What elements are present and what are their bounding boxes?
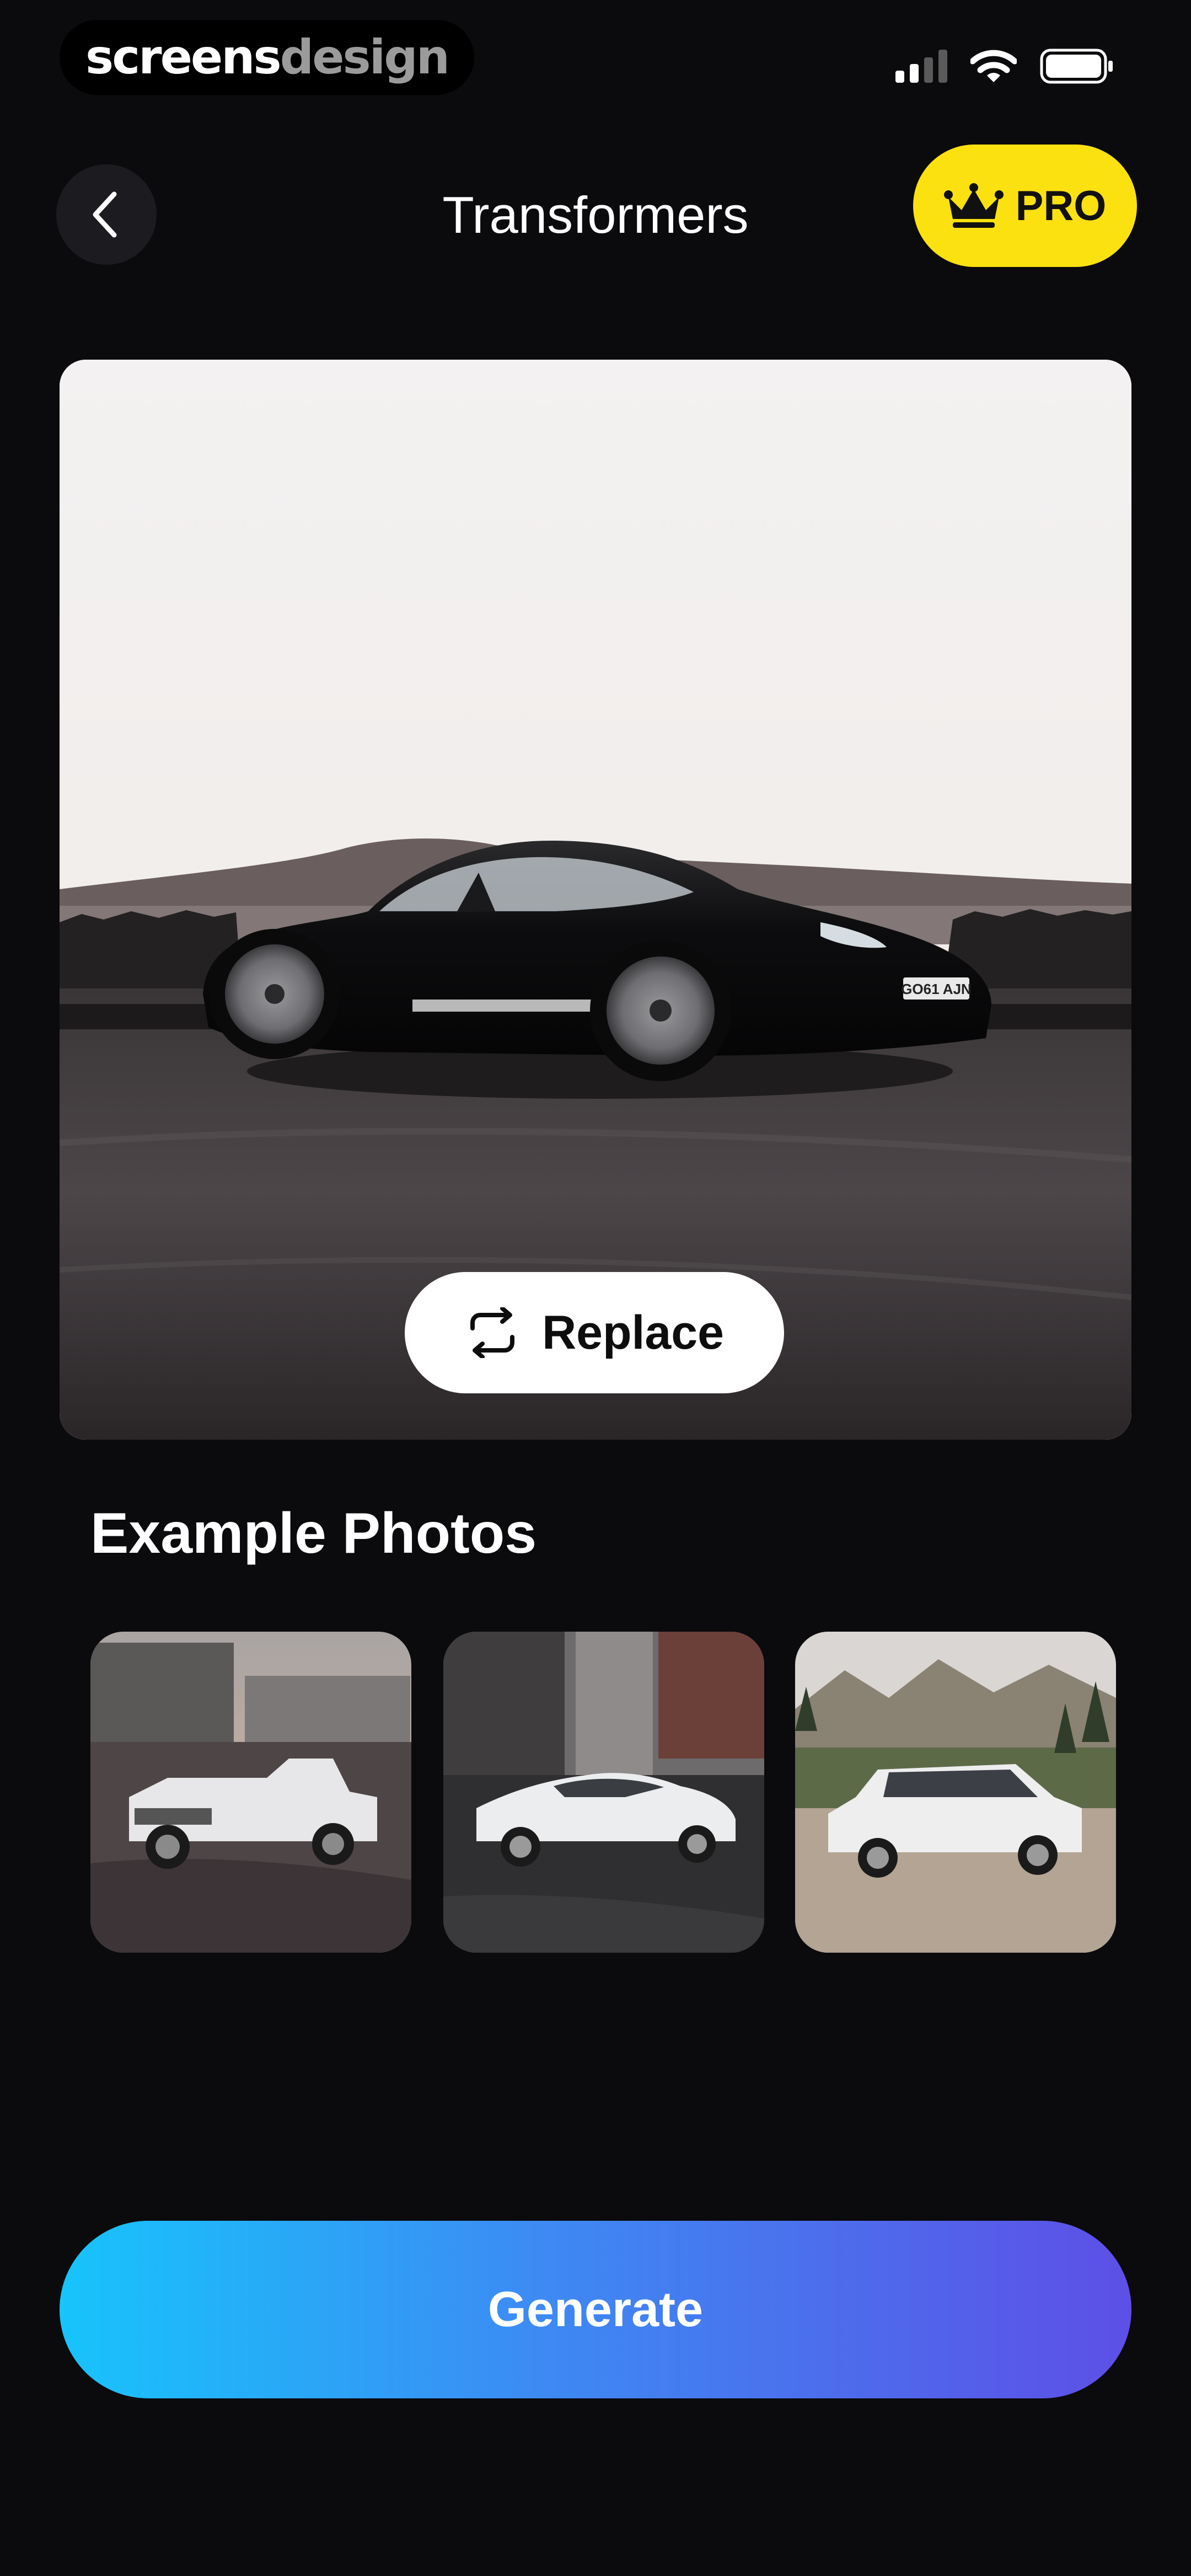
example-photo-pickup-truck[interactable] <box>90 1632 411 1953</box>
cellular-signal-icon <box>895 50 947 83</box>
svg-text:GO61 AJN: GO61 AJN <box>901 981 972 997</box>
chevron-left-icon <box>93 191 117 238</box>
app-screen: screens design Transformers PRO GO61 AJN… <box>0 0 1191 2576</box>
status-icons <box>895 49 1114 84</box>
example-photo-suv[interactable] <box>795 1632 1116 1953</box>
brand-watermark: screens design <box>60 20 474 95</box>
generate-button[interactable]: Generate <box>60 2221 1131 2398</box>
example-photos-heading: Example Photos <box>90 1501 537 1565</box>
pro-upgrade-button[interactable]: PRO <box>913 145 1137 267</box>
replace-photo-button[interactable]: Replace <box>405 1272 784 1393</box>
replace-button-label: Replace <box>542 1306 724 1359</box>
pro-badge-label: PRO <box>1015 182 1107 229</box>
wifi-icon <box>970 50 1017 82</box>
suv-image <box>795 1632 1116 1953</box>
example-photo-sedan[interactable] <box>443 1632 764 1953</box>
crown-icon <box>943 183 1004 228</box>
replace-arrows-icon <box>470 1307 515 1358</box>
generate-button-label: Generate <box>487 2281 704 2337</box>
brand-text-part2: design <box>280 30 450 85</box>
battery-icon <box>1040 49 1113 84</box>
pickup-truck-image <box>90 1632 411 1953</box>
brand-text-part1: screens <box>85 30 282 85</box>
back-button[interactable] <box>56 164 157 265</box>
sedan-image <box>443 1632 764 1953</box>
page-title: Transformers <box>442 186 749 244</box>
